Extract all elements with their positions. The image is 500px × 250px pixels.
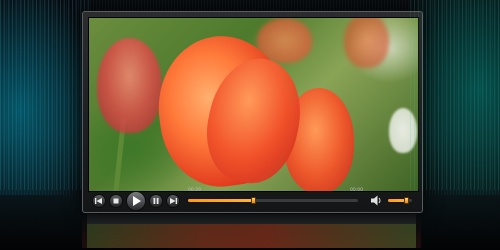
- pause-button[interactable]: [149, 194, 163, 208]
- next-button[interactable]: [166, 194, 180, 208]
- play-icon: [132, 196, 141, 206]
- play-button[interactable]: [126, 191, 146, 211]
- background: 00:29 00:00: [0, 0, 500, 250]
- volume-slider[interactable]: [388, 197, 412, 204]
- video-frame[interactable]: [88, 17, 419, 192]
- next-icon: [170, 198, 177, 204]
- seek-progress: [188, 199, 253, 202]
- tulip-left: [97, 38, 162, 133]
- speaker-icon[interactable]: [371, 195, 383, 206]
- reflection-bar: [87, 214, 416, 224]
- media-player-window: 00:29 00:00: [82, 11, 423, 213]
- previous-icon: [95, 198, 102, 204]
- tulip-blur: [344, 18, 389, 68]
- control-bar: 00:29 00:00: [88, 188, 417, 211]
- pause-icon: [153, 198, 159, 204]
- seek-bar[interactable]: [188, 197, 358, 204]
- total-time: 00:00: [350, 188, 363, 193]
- current-time: 00:29: [188, 188, 201, 193]
- reflection-video: [87, 224, 416, 248]
- seek-handle[interactable]: [250, 197, 256, 204]
- stop-button[interactable]: [109, 194, 123, 208]
- previous-button[interactable]: [92, 194, 106, 208]
- volume-handle[interactable]: [404, 197, 409, 204]
- stop-icon: [113, 198, 119, 204]
- player-reflection: [82, 213, 421, 248]
- white-tulip: [389, 108, 417, 153]
